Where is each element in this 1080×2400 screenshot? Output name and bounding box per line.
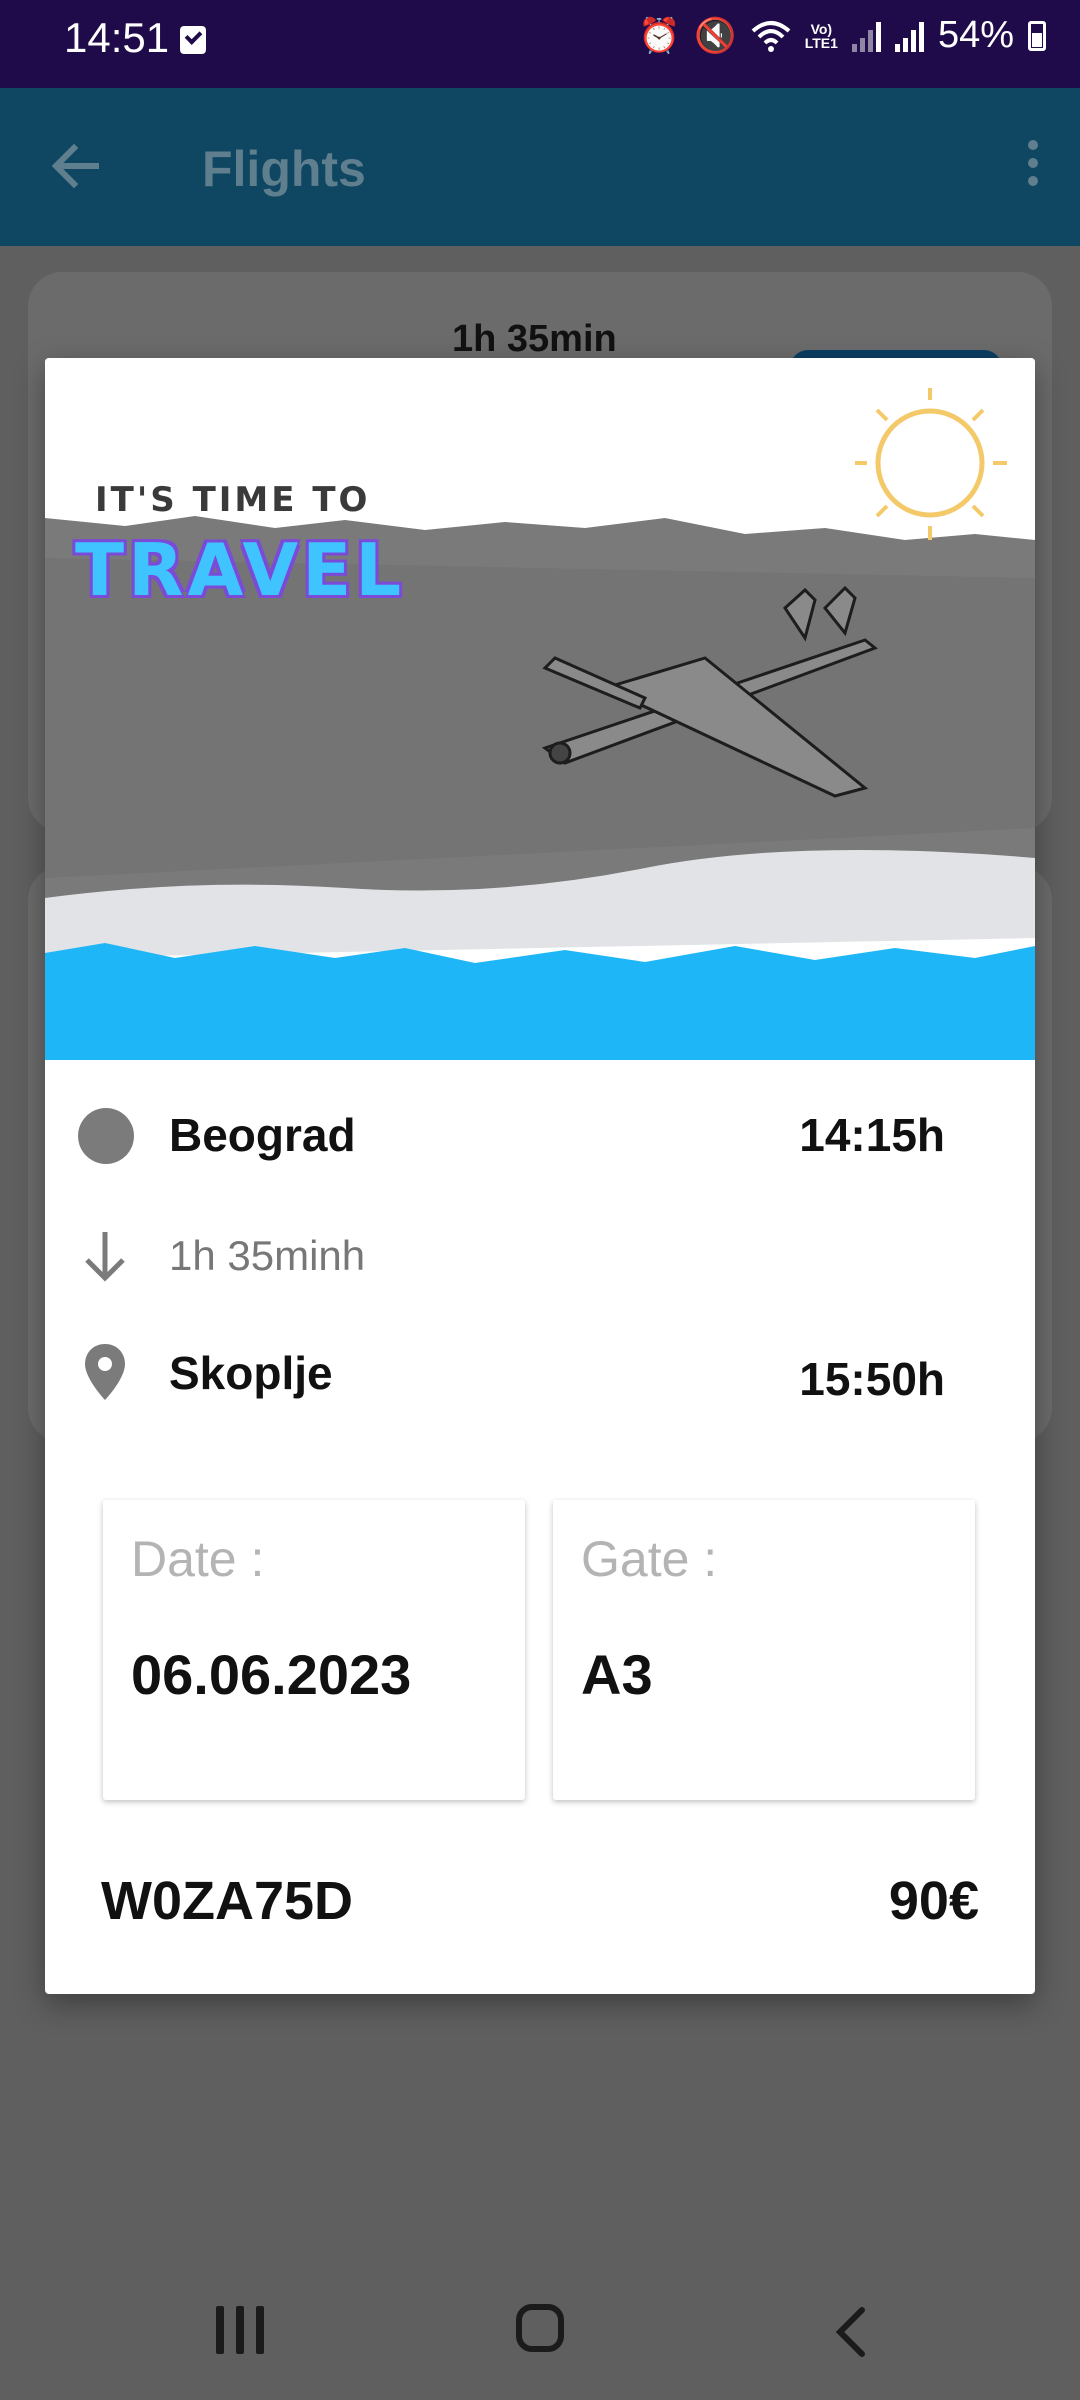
departure-time: 14:15h — [799, 1109, 945, 1161]
ticket-code: W0ZA75D — [101, 1871, 354, 1931]
system-nav-bar — [0, 2270, 1080, 2400]
banner-subtitle: IT'S TIME TO — [95, 480, 371, 520]
battery-icon — [1028, 20, 1046, 51]
flight-duration: 1h 35minh — [169, 1232, 366, 1279]
task-check-icon — [180, 26, 206, 54]
date-label: Date : — [131, 1531, 265, 1587]
ticket-price: 90€ — [888, 1871, 979, 1931]
recent-apps-button[interactable] — [214, 2306, 268, 2358]
gate-value: A3 — [581, 1643, 653, 1706]
signal-icon-2 — [894, 20, 924, 52]
ticket-dialog: IT'S TIME TO TRAVEL Beograd 14:15h 1h 35… — [45, 358, 1035, 1994]
banner-title: TRAVEL — [75, 528, 406, 612]
date-value: 06.06.2023 — [131, 1643, 412, 1706]
status-icons: ⏰ 🔇 Vo) LTE1 54% — [638, 14, 1046, 57]
destination-city: Skoplje — [169, 1347, 333, 1399]
status-bar: 14:51 ⏰ 🔇 Vo) LTE1 54% — [0, 0, 1080, 88]
volte-bottom: LTE1 — [804, 34, 838, 51]
travel-banner: IT'S TIME TO TRAVEL — [45, 358, 1035, 1060]
location-pin-icon — [85, 1344, 125, 1400]
gate-card: Gate : A3 — [553, 1500, 975, 1800]
mute-icon: 🔇 — [694, 16, 737, 55]
background-card-duration: 1h 35min — [452, 318, 617, 360]
home-button[interactable] — [516, 2304, 564, 2352]
volte-top: Vo) — [810, 20, 833, 37]
app-bar: Flights — [0, 88, 1080, 246]
volte-icon: Vo) LTE1 — [805, 22, 838, 50]
signal-icon-1 — [851, 20, 881, 52]
route-destination-row: Skoplje 15:50h — [45, 1332, 1035, 1412]
battery-percent: 54% — [937, 14, 1014, 56]
origin-dot-icon — [78, 1108, 134, 1164]
route-duration-row: 1h 35minh — [45, 1216, 1035, 1296]
nav-back-button[interactable] — [828, 2302, 876, 2362]
date-card: Date : 06.06.2023 — [103, 1500, 525, 1800]
banner-illustration — [45, 358, 1035, 1060]
status-time: 14:51 — [64, 14, 170, 61]
page-title: Flights — [202, 141, 366, 197]
wifi-icon — [751, 20, 791, 52]
overflow-menu-icon[interactable] — [1026, 140, 1040, 194]
arrow-down-icon — [85, 1232, 125, 1282]
arrival-time: 15:50h — [799, 1353, 945, 1405]
gate-label: Gate : — [581, 1531, 718, 1587]
origin-city: Beograd — [169, 1109, 356, 1161]
back-arrow-icon[interactable] — [48, 138, 104, 194]
alarm-icon: ⏰ — [638, 16, 681, 55]
route-origin-row: Beograd 14:15h — [45, 1094, 1035, 1174]
